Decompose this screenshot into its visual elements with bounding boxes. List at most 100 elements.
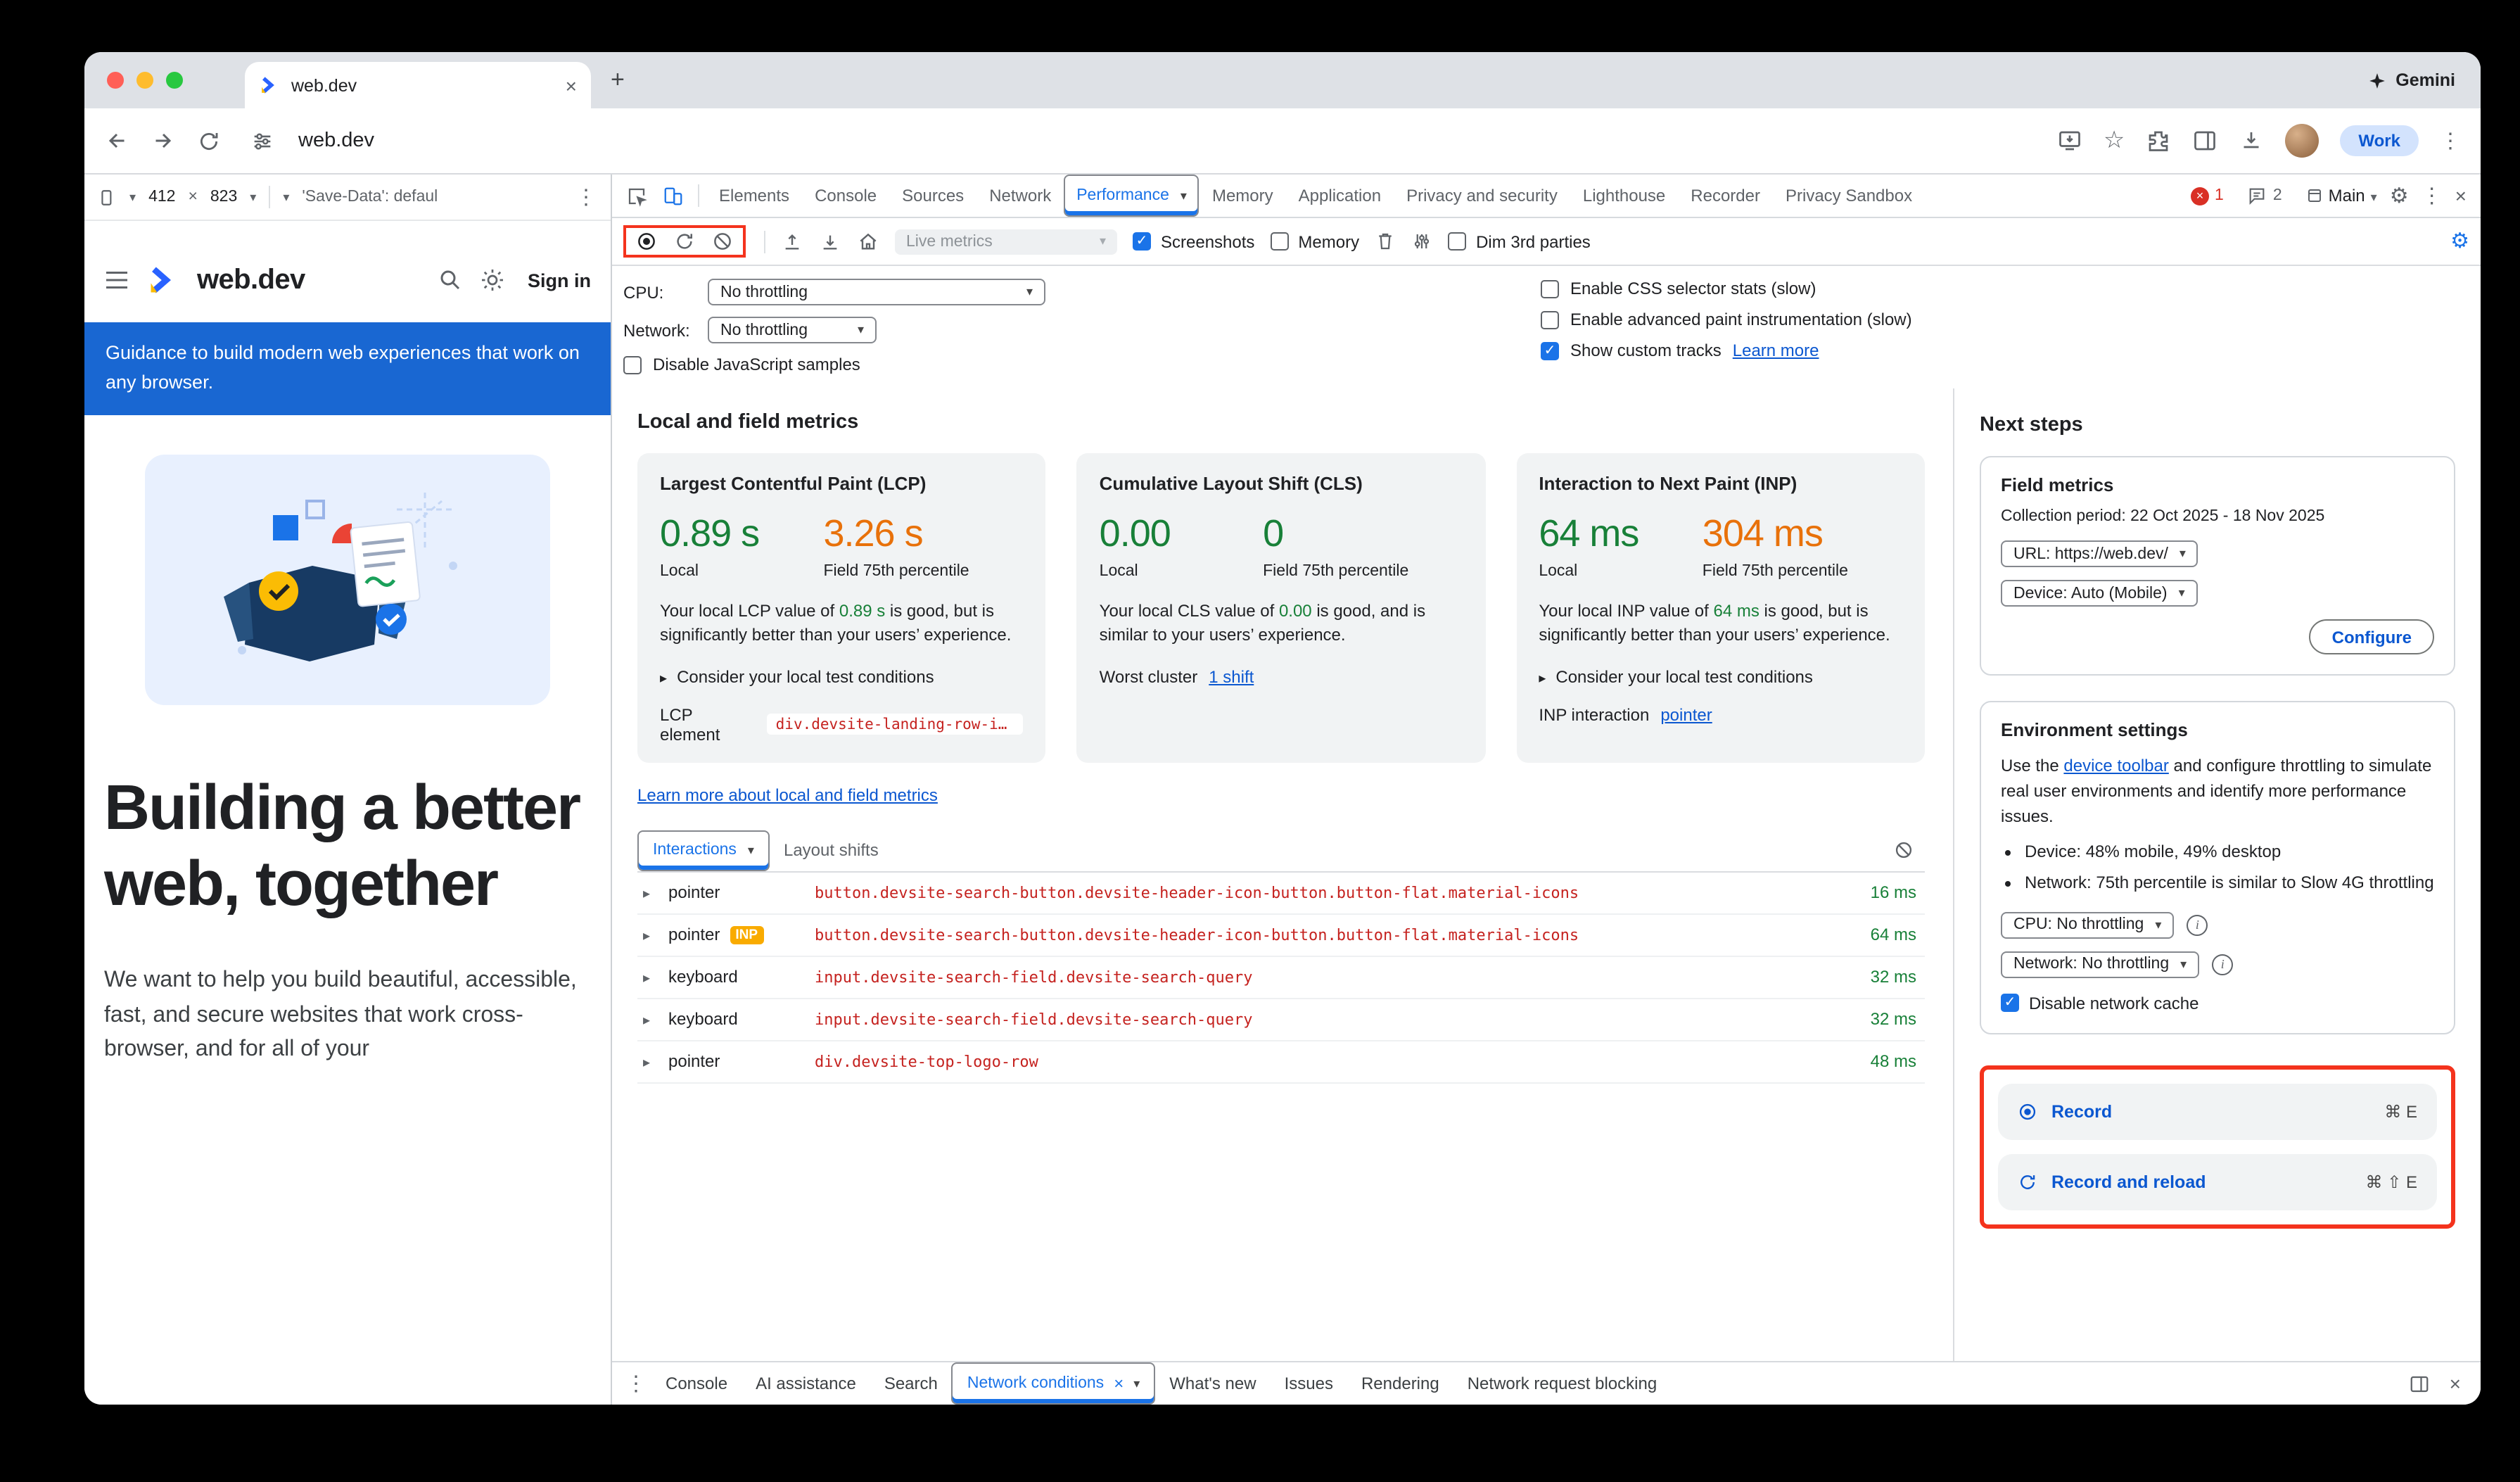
close-window-button[interactable] [107,72,124,89]
tab-layout-shifts[interactable]: Layout shifts [770,830,893,871]
tab-privacy-sandbox[interactable]: Privacy Sandbox [1773,175,1925,217]
field-device-select[interactable]: Device: Auto (Mobile) [2001,580,2198,607]
tab-memory[interactable]: Memory [1199,175,1286,217]
garbage-collect-icon[interactable] [1375,231,1396,252]
downloads-icon[interactable] [2239,128,2264,153]
minimize-window-button[interactable] [136,72,153,89]
browser-tab[interactable]: web.dev [245,62,591,108]
side-panel-icon[interactable] [2192,128,2217,153]
webdev-logo-icon[interactable] [146,266,180,294]
load-profile-icon[interactable] [781,230,803,253]
interaction-row[interactable]: pointer div.devsite-top-logo-row 48 ms [637,1041,1925,1084]
configure-button[interactable]: Configure [2310,619,2434,654]
clear-icon[interactable] [712,231,733,252]
disable-network-cache-checkbox[interactable]: Disable network cache [2001,993,2434,1013]
devtools-settings-icon[interactable] [2390,183,2409,208]
drawer-tab-issues[interactable]: Issues [1271,1362,1347,1405]
profile-button[interactable]: Work [2340,125,2419,156]
drawer-menu-icon[interactable] [621,1371,651,1396]
row-expand-icon[interactable] [643,968,668,987]
interaction-row[interactable]: keyboard input.devsite-search-field.devs… [637,999,1925,1041]
css-selector-stats-checkbox[interactable]: Enable CSS selector stats (slow) [1541,279,2458,298]
interaction-target-link[interactable]: button.devsite-search-button.devsite-hea… [815,884,1815,902]
viewport-height-field[interactable]: 823 [210,189,237,205]
interaction-target-link[interactable]: button.devsite-search-button.devsite-hea… [815,926,1815,944]
throttle-select-caret-icon[interactable] [283,189,289,205]
save-profile-icon[interactable] [819,230,841,253]
env-cpu-select[interactable]: CPU: No throttling [2001,911,2174,938]
browser-menu-icon[interactable] [2440,127,2461,154]
dock-panel-icon[interactable] [2409,1373,2430,1394]
lcp-element-link[interactable]: div.devsite-landing-row-ite… [768,714,1024,735]
drawer-tab-network-request-blocking[interactable]: Network request blocking [1453,1362,1671,1405]
fullscreen-window-button[interactable] [166,72,183,89]
close-drawer-tab-icon[interactable] [1114,1374,1124,1393]
viewport-width-field[interactable]: 412 [148,189,175,205]
inp-conditions-expander[interactable]: Consider your local test conditions [1539,667,1902,687]
save-data-label[interactable]: 'Save-Data': defaul [302,189,438,205]
issues-icon[interactable] [2248,186,2267,205]
tab-recorder[interactable]: Recorder [1678,175,1773,217]
worst-cluster-link[interactable]: 1 shift [1209,667,1254,687]
tab-sources[interactable]: Sources [889,175,976,217]
install-app-icon[interactable] [2057,128,2082,153]
screenshots-checkbox[interactable]: Screenshots [1133,232,1254,251]
reload-button[interactable] [197,129,221,153]
network-throttle-select[interactable]: No throttling [708,317,877,343]
drawer-tab-ai-assistance[interactable]: AI assistance [742,1362,870,1405]
custom-tracks-checkbox[interactable]: Show custom tracks Learn more [1541,341,2458,360]
capture-settings-icon[interactable] [2450,228,2469,255]
record-and-reload-icon[interactable] [674,231,695,252]
inspect-element-icon[interactable] [618,185,654,206]
drawer-tab-rendering[interactable]: Rendering [1347,1362,1453,1405]
hamburger-menu-icon[interactable] [104,270,129,290]
drawer-tab-network-conditions[interactable]: Network conditions [952,1362,1155,1405]
interaction-target-link[interactable]: input.devsite-search-field.devsite-searc… [815,1011,1815,1029]
theme-toggle-icon[interactable] [480,267,505,293]
interaction-target-link[interactable]: input.devsite-search-field.devsite-searc… [815,968,1815,987]
interaction-target-link[interactable]: div.devsite-top-logo-row [815,1053,1815,1071]
device-toolbar-toggle-icon[interactable] [654,185,691,206]
new-tab-button[interactable] [611,66,625,94]
interaction-row[interactable]: keyboard input.devsite-search-field.devs… [637,957,1925,999]
error-count[interactable]: 1 [2215,187,2224,204]
env-network-select[interactable]: Network: No throttling [2001,951,2199,977]
forward-button[interactable] [151,128,176,153]
cpu-info-icon[interactable]: i [2187,914,2208,935]
tab-application[interactable]: Application [1286,175,1394,217]
network-info-icon[interactable]: i [2212,954,2233,975]
device-toolbar-menu-icon[interactable] [575,184,597,210]
advanced-paint-checkbox[interactable]: Enable advanced paint instrumentation (s… [1541,310,2458,329]
profile-avatar[interactable] [2285,124,2319,158]
tab-console[interactable]: Console [802,175,889,217]
error-icon[interactable] [2191,186,2209,205]
issues-count[interactable]: 2 [2273,187,2282,204]
learn-more-link[interactable]: Learn more [1733,341,1819,360]
url-text[interactable]: web.dev [298,129,374,152]
row-expand-icon[interactable] [643,925,668,945]
drawer-tab-whats-new[interactable]: What's new [1155,1362,1270,1405]
device-select-caret-icon[interactable] [129,189,136,205]
row-expand-icon[interactable] [643,1010,668,1030]
record-and-reload-button[interactable]: Record and reload ⌘ ⇧ E [1998,1153,2437,1210]
devtools-close-icon[interactable] [2455,184,2467,207]
row-expand-icon[interactable] [643,883,668,903]
tab-interactions[interactable]: Interactions [637,830,770,871]
tab-lighthouse[interactable]: Lighthouse [1570,175,1678,217]
disable-js-samples-checkbox[interactable]: Disable JavaScript samples [623,355,1541,374]
bookmark-star-icon[interactable] [2104,127,2125,155]
dim-3rd-parties-checkbox[interactable]: Dim 3rd parties [1448,232,1591,251]
record-icon[interactable] [636,231,657,252]
throttling-gauge-icon[interactable] [1411,231,1432,252]
metrics-learn-more-link[interactable]: Learn more about local and field metrics [637,785,938,805]
tab-performance[interactable]: Performance [1064,175,1199,217]
device-select-icon[interactable] [98,188,117,206]
device-toolbar-link[interactable]: device toolbar [2063,756,2168,775]
record-button[interactable]: Record ⌘ E [1998,1083,2437,1139]
inp-interaction-link[interactable]: pointer [1660,705,1712,725]
extensions-puzzle-icon[interactable] [2146,128,2171,153]
close-drawer-icon[interactable] [2450,1372,2461,1395]
clear-interactions-icon[interactable] [1894,841,1914,861]
memory-checkbox[interactable]: Memory [1270,232,1359,251]
drawer-tab-console[interactable]: Console [651,1362,742,1405]
